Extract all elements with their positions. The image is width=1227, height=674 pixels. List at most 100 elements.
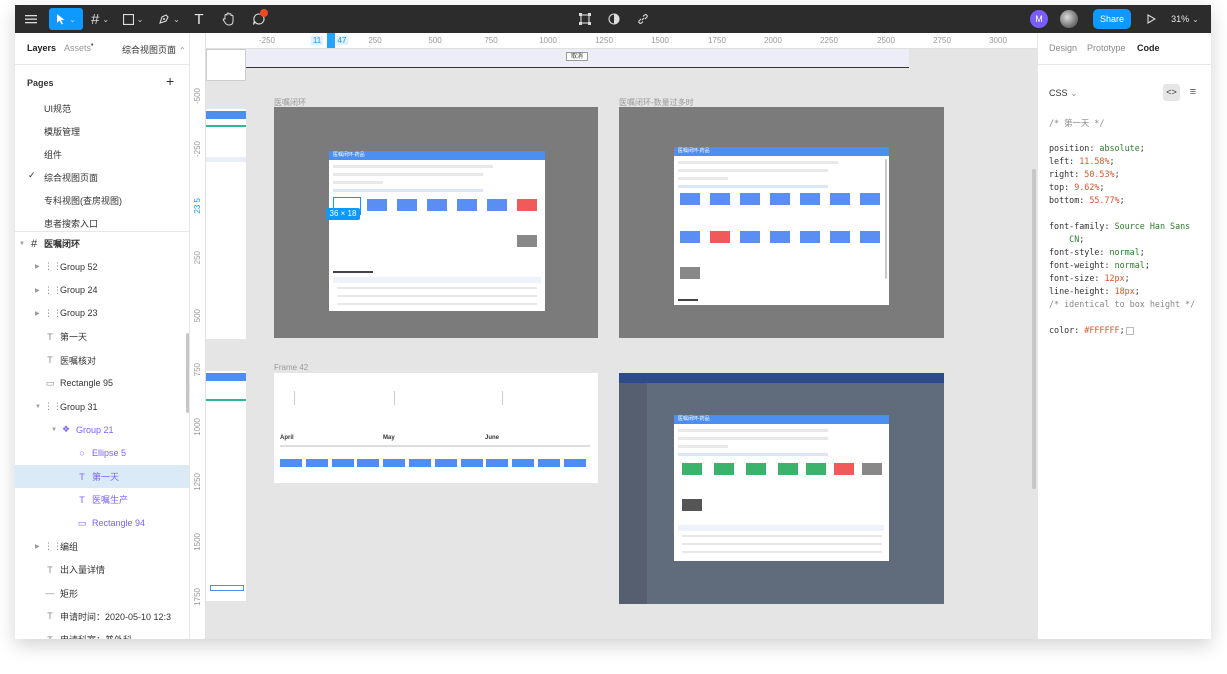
flow-node — [830, 231, 850, 243]
comment-tool-button[interactable] — [247, 5, 271, 33]
code-property: right: — [1049, 169, 1085, 179]
layer-row[interactable]: ▶ ⋮⋮ Group 23 — [15, 302, 189, 325]
color-swatch — [1126, 327, 1134, 335]
layer-row[interactable]: ▶ ⋮⋮ 编组 — [15, 535, 189, 558]
assets-label: Assets — [64, 43, 92, 53]
frame-header-strip — [206, 111, 246, 119]
design-canvas[interactable]: 取消 医嘱闭环 医嘱闭环-药品 36 × 18 医嘱闭环-数量过多时 医嘱闭环-… — [206, 49, 1037, 639]
layer-row[interactable]: ▼ ❖ Group 21 — [15, 418, 189, 441]
layer-row[interactable]: ▼ # 医嘱闭环 — [15, 232, 189, 255]
flow-node — [457, 199, 477, 211]
tooltip-marker — [502, 391, 542, 405]
top-frame-partial[interactable]: 取消 — [206, 49, 909, 68]
code-value: 11.58% — [1079, 156, 1110, 166]
component-tools-icon[interactable] — [573, 5, 597, 33]
present-play-icon[interactable] — [1141, 5, 1161, 33]
text-tool-icon[interactable]: T — [189, 5, 209, 33]
expand-caret-open-icon[interactable]: ▼ — [51, 427, 57, 433]
layer-row[interactable]: T 医嘱生产 — [15, 488, 189, 511]
layer-row[interactable]: T 第一天 — [15, 465, 189, 488]
layer-row[interactable]: ▼ ⋮⋮ Group 31 — [15, 395, 189, 418]
page-item[interactable]: UI规范 — [44, 102, 71, 115]
layer-row[interactable]: T 出入量详情 — [15, 558, 189, 581]
layer-row[interactable]: T 第一天 — [15, 325, 189, 348]
ruler-tick-label: 500 — [193, 309, 202, 323]
expand-caret-open-icon[interactable]: ▼ — [19, 241, 25, 247]
frame-tool-button[interactable]: # ⌄ — [87, 5, 113, 33]
layer-row[interactable]: T 申请科室：普外科 — [15, 628, 189, 639]
hand-tool-icon[interactable] — [218, 5, 238, 33]
ruler-tick-label: 2750 — [933, 36, 951, 45]
page-item[interactable]: 组件 — [44, 148, 62, 161]
layer-row[interactable]: ▭ Rectangle 95 — [15, 372, 189, 395]
frame-label[interactable]: Frame 42 — [274, 363, 308, 372]
frame-yizhu-bihuan[interactable]: 医嘱闭环-药品 36 × 18 — [274, 107, 598, 338]
expand-caret-icon[interactable]: ▶ — [35, 263, 40, 270]
flow-node-gray — [862, 463, 882, 475]
frame-yizhu-bihuan-many[interactable]: 医嘱闭环-药品 — [619, 107, 944, 338]
week-bar — [563, 459, 586, 467]
layer-name: Rectangle 95 — [60, 378, 114, 389]
user-avatar-photo[interactable] — [1059, 5, 1079, 33]
code-semicolon: ; — [1139, 143, 1145, 153]
user-avatar-m[interactable]: M — [1030, 5, 1048, 33]
link-icon[interactable] — [631, 5, 655, 33]
shape-tool-button[interactable]: ⌄ — [119, 5, 147, 33]
month-may: May — [383, 435, 395, 441]
layer-name: Group 23 — [60, 308, 98, 319]
left-ruler: -500 -250 23 5 250 500 750 1000 1250 1500 1750 — [190, 33, 206, 639]
tab-code[interactable]: Code — [1137, 43, 1160, 53]
expand-caret-icon[interactable]: ▶ — [35, 287, 40, 294]
expand-caret-icon[interactable]: ▶ — [35, 310, 40, 317]
page-selector[interactable]: 综合视图页面 ⌃ — [122, 43, 186, 56]
page-item[interactable]: 模版管理 — [44, 125, 80, 138]
code-line: line-height: 18px; — [1049, 286, 1140, 296]
frame-screenshot-overlay[interactable]: 医嘱闭环-药品 — [619, 373, 944, 604]
info-line — [678, 177, 728, 180]
code-property: font-style: — [1049, 247, 1110, 257]
pen-tool-button[interactable]: ⌄ — [155, 5, 183, 33]
flow-node-green — [714, 463, 734, 475]
layer-row[interactable]: T 医嘱核对 — [15, 349, 189, 372]
code-line: font-family: Source Han Sans — [1049, 221, 1190, 231]
zoom-dropdown[interactable]: 31% ⌄ — [1168, 5, 1202, 33]
language-dropdown[interactable]: CSS ⌄ — [1049, 88, 1077, 98]
layer-row[interactable]: ▶ ⋮⋮ Group 24 — [15, 279, 189, 302]
frame-42[interactable]: April May June — [274, 373, 598, 483]
layers-scrollbar[interactable] — [186, 333, 189, 413]
flow-node-green — [682, 463, 702, 475]
code-line: font-size: 12px; — [1049, 273, 1130, 283]
left-frame-partial-2[interactable] — [206, 371, 246, 601]
tab-design[interactable]: Design — [1049, 43, 1077, 53]
tab-layers[interactable]: Layers — [27, 43, 56, 53]
left-frame-top[interactable] — [206, 49, 246, 81]
page-item[interactable]: 专科视图(查房视图) — [44, 194, 122, 207]
layer-row[interactable]: ○ Ellipse 5 — [15, 442, 189, 465]
main-menu-icon[interactable] — [21, 5, 41, 33]
page-item-current[interactable]: 综合视图页面 — [44, 171, 98, 184]
flow-node — [427, 199, 447, 211]
list-view-icon[interactable]: ≡ — [1185, 84, 1201, 101]
left-frame-partial-1[interactable] — [206, 109, 246, 339]
selection-size-badge: 36 × 18 — [326, 208, 360, 220]
mask-icon[interactable] — [602, 5, 626, 33]
page-item[interactable]: 患者搜索入口 — [44, 217, 98, 230]
code-property: color: — [1049, 325, 1085, 335]
code-view-icon[interactable]: <> — [1163, 84, 1180, 101]
flow-node — [830, 193, 850, 205]
expand-caret-open-icon[interactable]: ▼ — [35, 404, 41, 410]
canvas-scrollbar[interactable] — [1032, 169, 1036, 489]
frame-icon: # — [30, 237, 38, 250]
frame-header-strip — [206, 373, 246, 381]
layer-row[interactable]: ▭ Rectangle 94 — [15, 512, 189, 535]
tab-assets[interactable]: Assets• — [64, 42, 93, 53]
layer-row[interactable]: ▶ ⋮⋮ Group 52 — [15, 255, 189, 278]
layer-row[interactable]: — 矩形 — [15, 582, 189, 605]
layer-row[interactable]: T 申请时间：2020-05-10 12:3 — [15, 605, 189, 628]
tab-prototype[interactable]: Prototype — [1087, 43, 1126, 53]
info-line — [333, 173, 483, 176]
share-button[interactable]: Share — [1093, 9, 1131, 29]
expand-caret-icon[interactable]: ▶ — [35, 543, 40, 550]
move-tool-button[interactable]: ⌄ — [49, 8, 83, 30]
add-page-icon[interactable]: + — [166, 73, 174, 89]
